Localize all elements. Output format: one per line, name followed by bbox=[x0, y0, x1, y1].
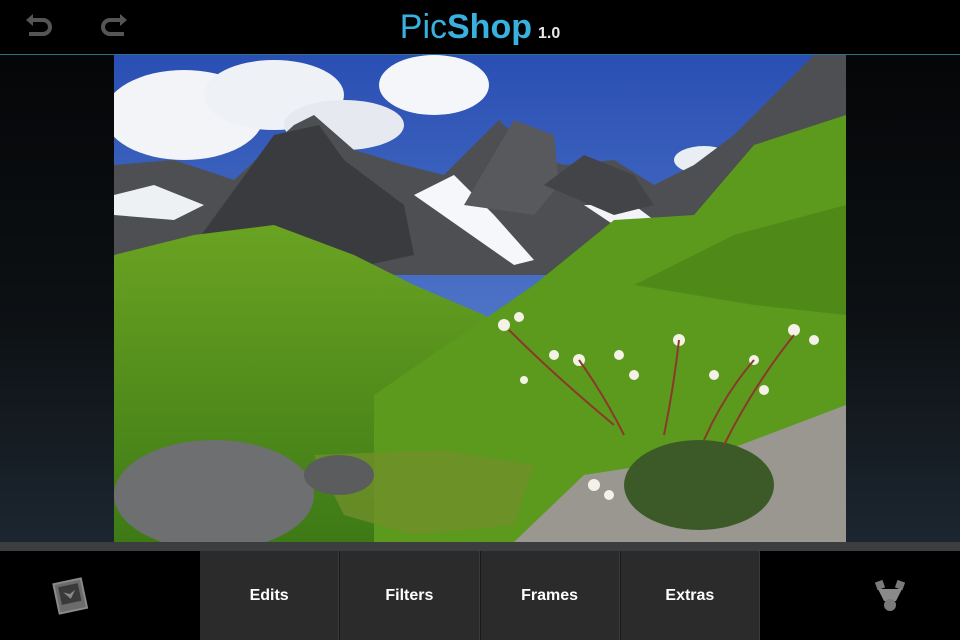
gallery-button[interactable] bbox=[50, 575, 90, 615]
tab-filters[interactable]: Filters bbox=[339, 551, 480, 640]
top-bar: PicShop 1.0 bbox=[0, 0, 960, 55]
toolbar-divider bbox=[0, 542, 960, 551]
share-icon bbox=[874, 579, 906, 611]
app-title-pic: Pic bbox=[399, 8, 447, 46]
tab-frames[interactable]: Frames bbox=[479, 551, 620, 640]
photo-gallery-icon bbox=[52, 577, 89, 615]
edit-tabs: Edits Filters Frames Extras bbox=[200, 551, 760, 640]
share-button[interactable] bbox=[870, 575, 910, 615]
photo-preview[interactable] bbox=[114, 55, 846, 542]
tab-extras[interactable]: Extras bbox=[619, 551, 760, 640]
app-version: 1.0 bbox=[537, 25, 561, 42]
tab-edits[interactable]: Edits bbox=[200, 551, 340, 640]
app-title-shop: Shop bbox=[447, 8, 532, 46]
app-title: PicShop 1.0 bbox=[0, 6, 960, 55]
bottom-toolbar: Edits Filters Frames Extras bbox=[0, 551, 960, 640]
landscape-photo bbox=[114, 55, 846, 542]
